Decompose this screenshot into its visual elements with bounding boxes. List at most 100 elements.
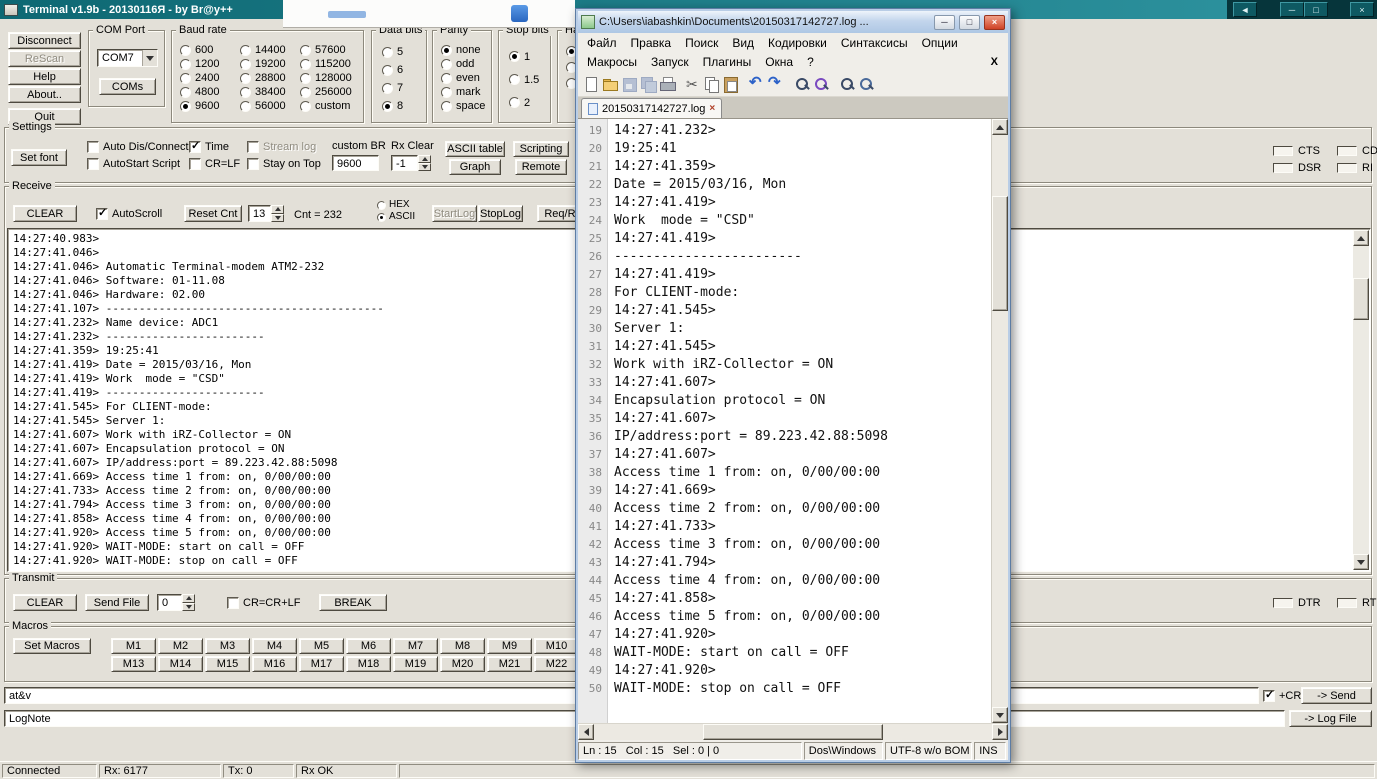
tab-close-icon[interactable]: × [709, 103, 715, 114]
remote-button[interactable]: Remote [515, 159, 567, 175]
com-port-select[interactable]: COM7 [97, 49, 158, 67]
baud-rate-option[interactable]: 4800 [180, 85, 219, 99]
send-file-button[interactable]: Send File [85, 594, 149, 611]
baud-rate-option[interactable]: 14400 [240, 43, 286, 57]
parity-option[interactable]: odd [441, 57, 485, 71]
ascii-table-button[interactable]: ASCII table [445, 141, 505, 157]
macro-button[interactable]: M18 [346, 656, 391, 672]
settings-checkbox[interactable]: CR=LF [189, 155, 240, 172]
macro-button[interactable]: M19 [393, 656, 438, 672]
menu-item[interactable]: Макросы [580, 53, 644, 71]
settings-checkbox[interactable]: Stream log [247, 138, 321, 155]
macro-button[interactable]: M1 [111, 638, 156, 654]
baud-rate-option[interactable]: 600 [180, 43, 219, 57]
data-bits-option[interactable]: 5 [382, 43, 403, 61]
spin-down-icon[interactable] [418, 163, 431, 171]
editor-text-area[interactable]: 14:27:41.232> 19:25:41 14:27:41.359> Dat… [608, 119, 1008, 723]
close-button[interactable]: × [984, 15, 1005, 30]
macro-button[interactable]: M21 [487, 656, 532, 672]
receive-scrollbar[interactable] [1353, 230, 1369, 570]
terminal-command-button[interactable]: Disconnect [8, 32, 81, 49]
spin-up-icon[interactable] [182, 594, 195, 603]
save-all-icon[interactable] [639, 75, 657, 93]
zoom-out-icon[interactable] [857, 75, 875, 93]
macro-button[interactable]: M9 [487, 638, 532, 654]
terminal-command-button[interactable]: Help [8, 68, 81, 85]
undo-icon[interactable] [748, 75, 766, 93]
cut-icon[interactable] [684, 75, 702, 93]
macro-button[interactable]: M2 [158, 638, 203, 654]
scrollbar-thumb[interactable] [1353, 278, 1369, 320]
menu-item[interactable]: Кодировки [761, 34, 834, 52]
zoom-in-icon[interactable] [838, 75, 856, 93]
terminal-command-button[interactable]: About.. [8, 86, 81, 103]
tab-log-file[interactable]: 20150317142727.log × [581, 98, 722, 118]
find-replace-icon[interactable] [812, 75, 830, 93]
baud-rate-option[interactable]: 115200 [300, 57, 352, 71]
counter-stepper[interactable]: 13 [248, 205, 284, 222]
baud-rate-option[interactable]: 1200 [180, 57, 219, 71]
send-button[interactable]: -> Send [1301, 687, 1372, 704]
spin-down-icon[interactable] [271, 214, 284, 223]
save-icon[interactable] [620, 75, 638, 93]
menu-item[interactable]: Окна [758, 53, 800, 71]
hex-radio[interactable]: HEX [377, 199, 410, 211]
baud-rate-option[interactable]: 9600 [180, 99, 219, 113]
redo-icon[interactable] [767, 75, 785, 93]
transmit-delay-stepper[interactable]: 0 [157, 594, 195, 611]
receive-clear-button[interactable]: CLEAR [13, 205, 77, 222]
baud-rate-option[interactable]: 38400 [240, 85, 286, 99]
spin-up-icon[interactable] [418, 155, 431, 163]
menu-item[interactable]: Вид [725, 34, 761, 52]
baud-rate-option[interactable]: 56000 [240, 99, 286, 113]
terminal-command-button[interactable]: ReScan [8, 50, 81, 67]
macro-button[interactable]: M6 [346, 638, 391, 654]
scroll-up-icon[interactable] [992, 119, 1008, 135]
macro-button[interactable]: M14 [158, 656, 203, 672]
stop-bits-option[interactable]: 2 [509, 91, 539, 114]
dtr-toggle[interactable]: DTR [1273, 597, 1321, 609]
macro-button[interactable]: M13 [111, 656, 156, 672]
menu-item[interactable]: ? [800, 53, 821, 71]
menu-item[interactable]: Плагины [696, 53, 759, 71]
log-file-button[interactable]: -> Log File [1289, 710, 1372, 727]
spin-up-icon[interactable] [271, 205, 284, 214]
rx-clear-stepper[interactable]: -1 [391, 155, 431, 171]
minimize-button[interactable]: ─ [1280, 2, 1304, 17]
transmit-clear-button[interactable]: CLEAR [13, 594, 77, 611]
startlog-button[interactable]: StartLog [432, 205, 477, 222]
macro-button[interactable]: M20 [440, 656, 485, 672]
notepad-titlebar[interactable]: C:\Users\iabashkin\Documents\20150317142… [578, 11, 1008, 33]
scroll-down-icon[interactable] [992, 707, 1008, 723]
parity-option[interactable]: even [441, 71, 485, 85]
menu-item[interactable]: Опции [915, 34, 965, 52]
macro-button[interactable]: M15 [205, 656, 250, 672]
macro-button[interactable]: M8 [440, 638, 485, 654]
document-close-button[interactable]: X [991, 56, 1008, 68]
set-macros-button[interactable]: Set Macros [13, 638, 91, 654]
maximize-button[interactable]: □ [1304, 2, 1328, 17]
new-file-icon[interactable] [582, 75, 600, 93]
graph-button[interactable]: Graph [449, 159, 501, 175]
scrollbar-thumb[interactable] [703, 724, 883, 740]
stop-bits-option[interactable]: 1 [509, 45, 539, 68]
scripting-button[interactable]: Scripting [513, 141, 569, 157]
scroll-left-icon[interactable] [578, 724, 594, 740]
macro-button[interactable]: M5 [299, 638, 344, 654]
ascii-radio[interactable]: ASCII [377, 211, 415, 223]
data-bits-option[interactable]: 7 [382, 79, 403, 97]
macro-button[interactable]: M17 [299, 656, 344, 672]
scroll-down-icon[interactable] [1353, 554, 1369, 570]
baud-rate-option[interactable]: 2400 [180, 71, 219, 85]
menu-item[interactable]: Файл [580, 34, 624, 52]
menu-item[interactable]: Правка [624, 34, 679, 52]
data-bits-option[interactable]: 8 [382, 97, 403, 115]
baud-rate-option[interactable]: 57600 [300, 43, 352, 57]
paste-icon[interactable] [722, 75, 740, 93]
rts-toggle[interactable]: RTS [1337, 597, 1377, 609]
settings-checkbox[interactable]: Time [189, 138, 240, 155]
maximize-button[interactable]: □ [959, 15, 980, 30]
macro-button[interactable]: M10 [534, 638, 579, 654]
macro-button[interactable]: M22 [534, 656, 579, 672]
baud-rate-option[interactable]: 128000 [300, 71, 352, 85]
